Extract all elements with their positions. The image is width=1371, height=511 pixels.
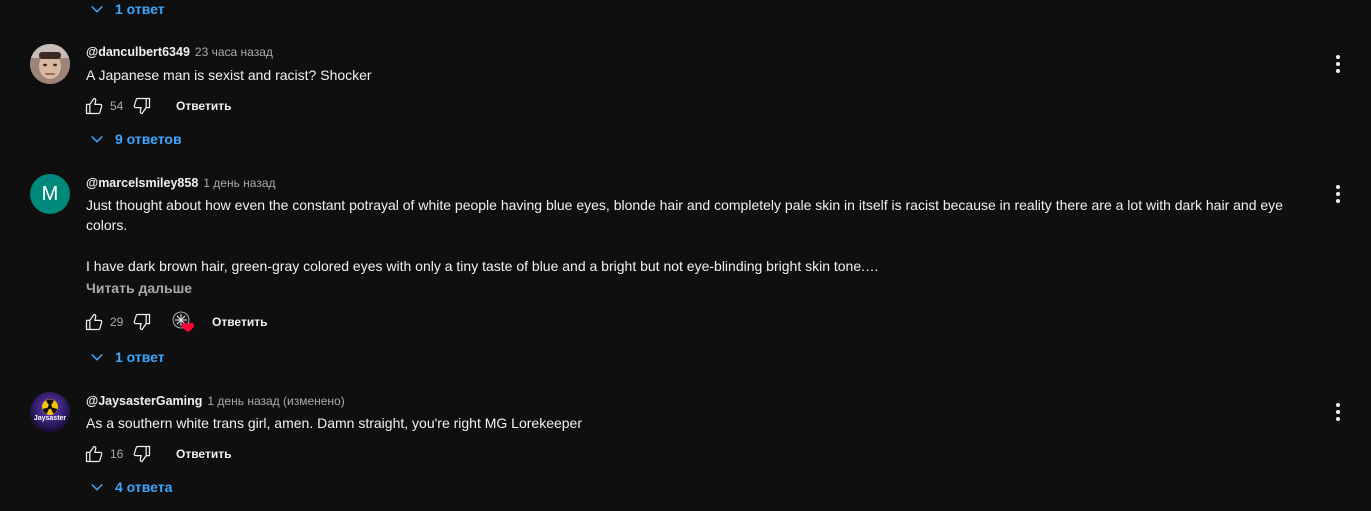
replies-toggle[interactable]: 4 ответа bbox=[89, 479, 172, 495]
comment-toolbar: 29 Ответить bbox=[84, 310, 267, 334]
chevron-down-icon bbox=[91, 135, 103, 143]
author-name[interactable]: @JaysasterGaming bbox=[86, 394, 202, 408]
more-actions-icon[interactable] bbox=[1328, 402, 1348, 422]
thumbs-up-icon bbox=[85, 97, 103, 115]
replies-toggle[interactable]: 1 ответ bbox=[89, 1, 165, 17]
user-photo-icon bbox=[30, 44, 70, 84]
chevron-down-icon bbox=[91, 5, 103, 13]
comment-text: Just thought about how even the constant… bbox=[86, 197, 1283, 233]
replies-label: 4 ответа bbox=[115, 479, 173, 495]
like-count: 29 bbox=[110, 315, 124, 329]
replies-label: 1 ответ bbox=[115, 1, 165, 17]
more-actions-icon[interactable] bbox=[1328, 54, 1348, 74]
comment-text: A Japanese man is sexist and racist? Sho… bbox=[86, 67, 372, 83]
author-name[interactable]: @danculbert6349 bbox=[86, 45, 190, 59]
chevron-down-icon bbox=[91, 353, 103, 361]
author-name[interactable]: @marcelsmiley858 bbox=[86, 176, 198, 190]
comment-header: @JaysasterGaming 1 день назад (изменено) bbox=[86, 394, 345, 408]
replies-toggle[interactable]: 9 ответов bbox=[89, 131, 182, 147]
creator-heart-icon bbox=[172, 311, 194, 333]
comment-toolbar: 54 Ответить bbox=[84, 94, 231, 118]
comment-header: @marcelsmiley858 1 день назад bbox=[86, 176, 276, 190]
thumbs-down-icon bbox=[133, 97, 151, 115]
avatar[interactable]: M bbox=[30, 174, 70, 214]
more-actions-icon[interactable] bbox=[1328, 184, 1348, 204]
like-button[interactable] bbox=[84, 312, 104, 332]
radiation-icon bbox=[30, 392, 70, 432]
like-button[interactable] bbox=[84, 96, 104, 116]
avatar[interactable]: Jaysaster bbox=[30, 392, 70, 432]
avatar-letter: M bbox=[41, 182, 59, 205]
reply-button[interactable]: Ответить bbox=[176, 99, 231, 113]
thumbs-up-icon bbox=[85, 445, 103, 463]
chevron-down-icon bbox=[91, 483, 103, 491]
comment-text: As a southern white trans girl, amen. Da… bbox=[86, 415, 583, 431]
comment-header: @danculbert6349 23 часа назад bbox=[86, 45, 273, 59]
replies-label: 1 ответ bbox=[115, 349, 165, 365]
reply-button[interactable]: Ответить bbox=[212, 315, 267, 329]
read-more-button[interactable]: Читать дальше bbox=[86, 280, 192, 296]
like-count: 16 bbox=[110, 447, 124, 461]
comment-timestamp[interactable]: 1 день назад (изменено) bbox=[207, 394, 344, 408]
replies-label: 9 ответов bbox=[115, 131, 182, 147]
dislike-button[interactable] bbox=[132, 96, 152, 116]
comment-timestamp[interactable]: 23 часа назад bbox=[195, 45, 273, 59]
dislike-button[interactable] bbox=[132, 444, 152, 464]
dislike-button[interactable] bbox=[132, 312, 152, 332]
reply-button[interactable]: Ответить bbox=[176, 447, 231, 461]
replies-toggle[interactable]: 1 ответ bbox=[89, 349, 165, 365]
comment-timestamp[interactable]: 1 день назад bbox=[203, 176, 275, 190]
avatar-logo-text: Jaysaster bbox=[33, 415, 67, 422]
comment-text-paragraph: I have dark brown hair, green-gray color… bbox=[86, 258, 880, 274]
like-count: 54 bbox=[110, 99, 124, 113]
thumbs-down-icon bbox=[133, 313, 151, 331]
like-button[interactable] bbox=[84, 444, 104, 464]
comment-toolbar: 16 Ответить bbox=[84, 442, 231, 466]
avatar[interactable] bbox=[30, 44, 70, 84]
thumbs-up-icon bbox=[85, 313, 103, 331]
thumbs-down-icon bbox=[133, 445, 151, 463]
